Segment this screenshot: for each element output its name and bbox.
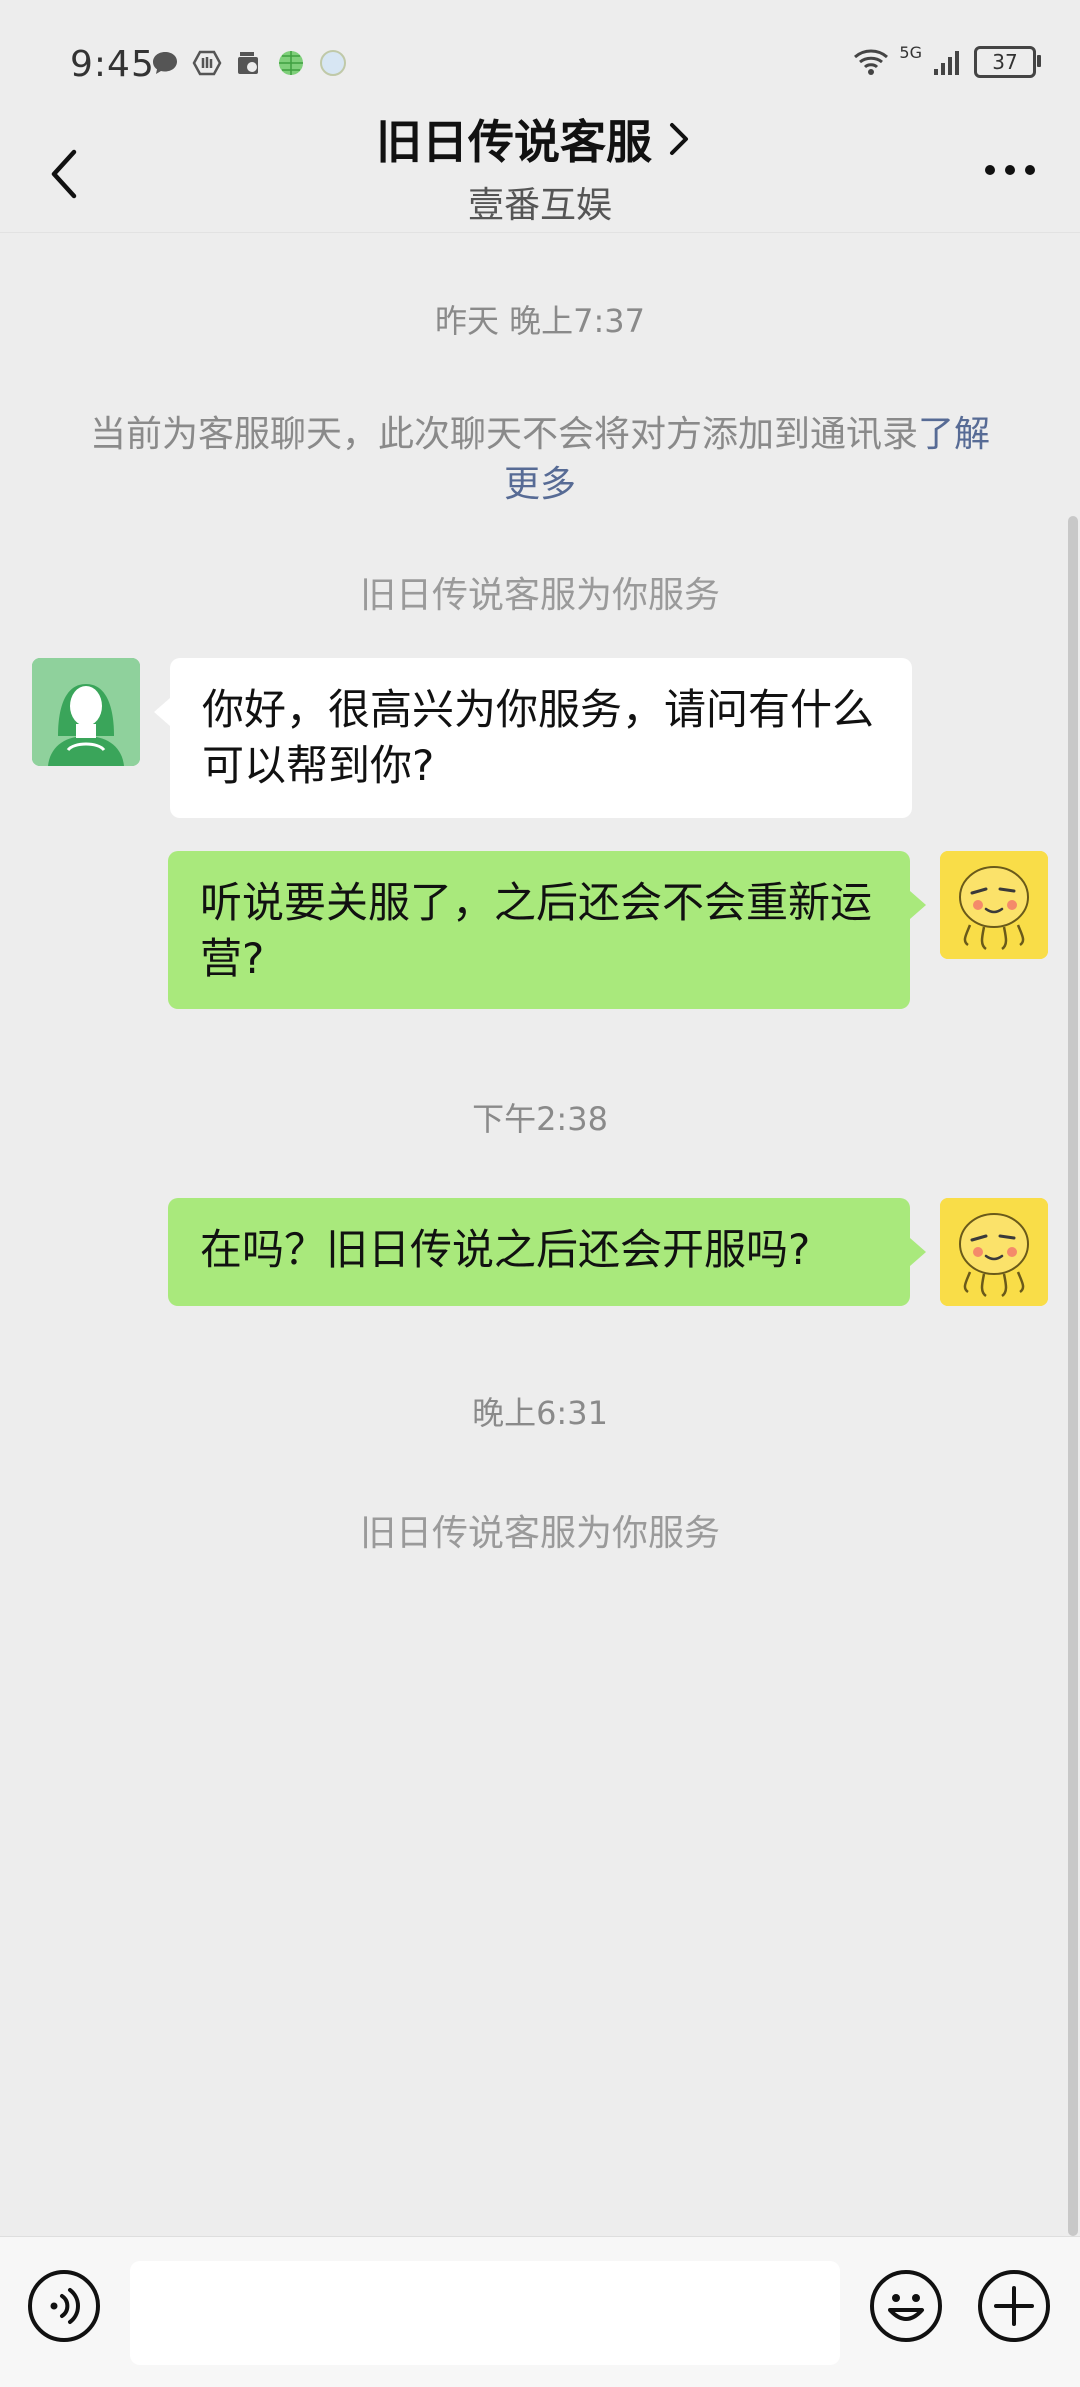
signal-icon [934, 51, 959, 75]
chat-subtitle: 壹番互娱 [467, 185, 612, 226]
chat-title-button[interactable]: 旧日传说客服 [376, 106, 692, 172]
app-icon [192, 50, 222, 76]
message-text: 听说要关服了，之后还会不会重新运营? [200, 878, 873, 983]
user-avatar[interactable] [940, 1198, 1048, 1306]
message-input[interactable] [130, 2261, 840, 2365]
message-bubble-sent[interactable]: 听说要关服了，之后还会不会重新运营? [168, 851, 926, 1009]
network-type: 5G [899, 42, 922, 62]
timestamp: 昨天 晚上7:37 [434, 302, 646, 340]
chat-header: 旧日传说客服 壹番互娱 [0, 100, 1080, 233]
message-bubble-sent[interactable]: 在吗？旧日传说之后还会开服吗? [168, 1198, 926, 1306]
emoji-icon[interactable] [868, 2268, 944, 2344]
notice-text: 当前为客服聊天，此次聊天不会将对方添加到通讯录 [89, 414, 918, 455]
globe-icon [279, 51, 303, 75]
wifi-icon [854, 49, 889, 75]
status-time: 9:45 [70, 44, 155, 85]
customer-service-notice: 当前为客服聊天，此次聊天不会将对方添加到通讯录了解更多 [80, 410, 1000, 510]
moon-icon [320, 50, 346, 76]
chevron-right-icon [670, 123, 688, 155]
service-notice: 旧日传说客服为你服务 [359, 1513, 720, 1554]
service-notice: 旧日传说客服为你服务 [359, 575, 720, 616]
message-text: 你好，很高兴为你服务，请问有什么可以帮到你? [202, 685, 875, 790]
message-icon [153, 52, 177, 74]
timestamp: 下午2:38 [472, 1100, 608, 1138]
agent-avatar[interactable] [32, 658, 140, 766]
message-bubble-received[interactable]: 你好，很高兴为你服务，请问有什么可以帮到你? [154, 658, 912, 818]
chat-title: 旧日传说客服 [376, 115, 652, 169]
scrollbar[interactable] [1068, 516, 1078, 2236]
voice-icon[interactable] [26, 2268, 102, 2344]
plus-icon[interactable] [976, 2268, 1052, 2344]
status-notification-icons [150, 48, 348, 78]
user-avatar[interactable] [940, 851, 1048, 959]
status-system-icons: 5G 37 [853, 42, 1041, 78]
battery-level: 37 [992, 50, 1018, 74]
agent-avatar-icon [32, 658, 140, 766]
user-avatar-icon [940, 851, 1048, 959]
battery-icon: 37 [974, 46, 1041, 78]
timestamp: 晚上6:31 [472, 1394, 608, 1432]
camera-icon [238, 52, 258, 74]
input-bar [0, 2236, 1080, 2387]
user-avatar-icon [940, 1198, 1048, 1306]
message-text: 在吗？旧日传说之后还会开服吗? [200, 1225, 811, 1274]
chat-screen: 9:45 5G 37 旧日传说客服 壹番互娱 昨天 晚上7:37 当前为客服聊天… [0, 0, 1080, 2387]
more-options-icon[interactable] [982, 162, 1038, 178]
